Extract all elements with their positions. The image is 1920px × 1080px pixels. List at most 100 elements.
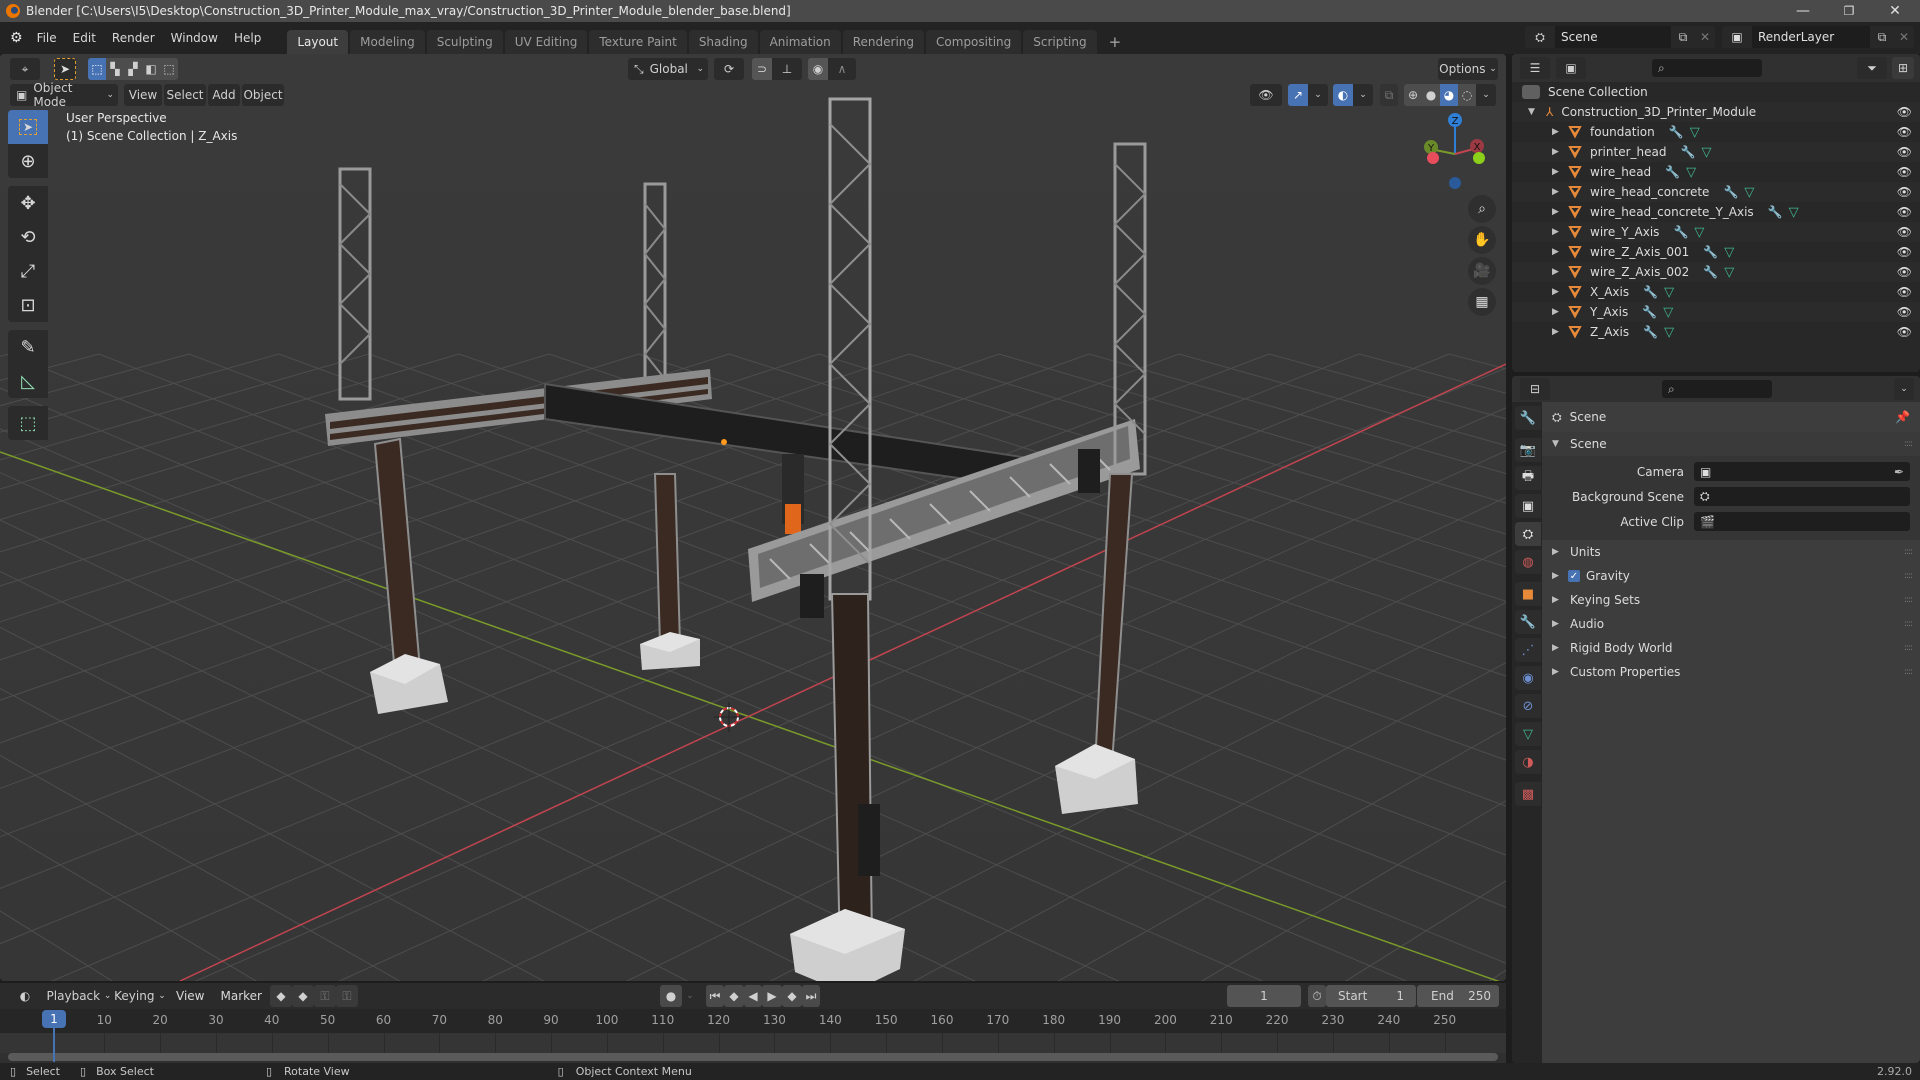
panel-header[interactable]: ▶ ✓ Gravity::::	[1542, 564, 1920, 588]
outliner-object-row[interactable]: ▶ printer_head 🔧 ▽ 👁	[1512, 142, 1920, 162]
expand-icon[interactable]: ▶	[1552, 147, 1564, 157]
eyedropper-icon[interactable]: ✒	[1894, 465, 1904, 479]
cursor-tool[interactable]: ⊕	[8, 144, 48, 178]
rotate-tool[interactable]: ⟲	[8, 220, 48, 254]
mesh-data-icon[interactable]: ▽	[1701, 145, 1711, 160]
tab-uv-editing[interactable]: UV Editing	[504, 30, 588, 54]
next-keyframe-icon[interactable]: ◆	[291, 985, 314, 1007]
tab-output[interactable]: 🖶	[1515, 466, 1541, 490]
scene-collection-row[interactable]: Scene Collection	[1512, 82, 1920, 102]
tab-object[interactable]: ■	[1515, 582, 1541, 606]
delete-keyframe-icon[interactable]: ⚿	[335, 985, 358, 1007]
scene-selector[interactable]: ⛭ Scene ⧉ ✕	[1525, 26, 1715, 48]
tab-compositing[interactable]: Compositing	[926, 30, 1022, 54]
timeline-menu-marker[interactable]: Marker	[212, 984, 269, 1008]
panel-header[interactable]: ▶ Units::::	[1542, 540, 1920, 564]
filter-icon[interactable]: ⏷	[1857, 57, 1887, 79]
view-layer-name[interactable]: RenderLayer	[1752, 26, 1870, 48]
visibility-eye-icon[interactable]: 👁	[1897, 265, 1912, 279]
move-tool[interactable]: ✥	[8, 186, 48, 220]
select-mode-subtract-icon[interactable]: ▞	[124, 58, 142, 80]
shading-solid-icon[interactable]: ●	[1422, 84, 1440, 106]
panel-header[interactable]: ▶ Audio::::	[1542, 612, 1920, 636]
modifier-wrench-icon[interactable]: 🔧	[1642, 305, 1657, 319]
timeline-editor-type-icon[interactable]: ◐	[10, 985, 40, 1007]
tab-world[interactable]: ◍	[1515, 550, 1541, 574]
3d-viewport[interactable]: Z Y X ⌖ ➤ ⬚ ▚ ▞ ◧ ⬚ ⤡ Global ⌄ ⟳ ⊃ ⊥ ◉ ∧…	[0, 54, 1506, 981]
overlays-dropdown[interactable]: ⌄	[1353, 84, 1373, 106]
active-clip-field[interactable]: 🎬	[1694, 512, 1910, 531]
playback-dropdown[interactable]: Playback ⌄	[47, 985, 111, 1007]
timeline-scrollbar[interactable]	[8, 1053, 1498, 1061]
mesh-data-icon[interactable]: ▽	[1663, 305, 1673, 320]
collection-row[interactable]: ▼ ⅄ Construction_3D_Printer_Module 👁	[1512, 102, 1920, 122]
minimize-button[interactable]: —	[1780, 0, 1826, 22]
tab-data[interactable]: ▽	[1515, 722, 1541, 746]
keying-dropdown[interactable]: Keying ⌄	[112, 985, 168, 1007]
mesh-data-icon[interactable]: ▽	[1686, 165, 1696, 180]
menu-help[interactable]: Help	[226, 26, 269, 50]
expand-icon[interactable]: ▶	[1552, 207, 1564, 217]
zoom-view-icon[interactable]: ⌕	[1468, 195, 1496, 223]
modifier-wrench-icon[interactable]: 🔧	[1673, 225, 1688, 239]
drag-grip-icon[interactable]: ::::	[1904, 571, 1913, 581]
outliner-object-row[interactable]: ▶ wire_head 🔧 ▽ 👁	[1512, 162, 1920, 182]
scale-tool[interactable]: ⤢	[8, 254, 48, 288]
modifier-wrench-icon[interactable]: 🔧	[1723, 185, 1738, 199]
camera-view-icon[interactable]: 🎥	[1468, 257, 1496, 285]
jump-next-keyframe-icon[interactable]: ◆	[782, 985, 802, 1007]
panel-header[interactable]: ▶ Keying Sets::::	[1542, 588, 1920, 612]
annotate-tool[interactable]: ✎	[8, 330, 48, 364]
outliner-object-row[interactable]: ▶ wire_Z_Axis_002 🔧 ▽ 👁	[1512, 262, 1920, 282]
mesh-data-icon[interactable]: ▽	[1789, 205, 1799, 220]
properties-search-input[interactable]: ⌕	[1662, 380, 1772, 398]
menu-add[interactable]: Add	[208, 84, 240, 106]
measure-tool[interactable]: ◺	[8, 364, 48, 398]
tab-sculpting[interactable]: Sculpting	[426, 30, 503, 54]
expand-icon[interactable]: ▶	[1552, 167, 1564, 177]
shading-dropdown[interactable]: ⌄	[1476, 84, 1496, 106]
end-frame-field[interactable]: End 250	[1417, 985, 1499, 1007]
visibility-eye-icon[interactable]: 👁	[1897, 325, 1912, 339]
add-cube-tool[interactable]: ⬚	[8, 406, 48, 440]
select-tool-icon[interactable]: ➤	[54, 58, 76, 80]
blender-menu-icon[interactable]: ⚙	[10, 30, 23, 46]
mesh-data-icon[interactable]: ▽	[1664, 325, 1674, 340]
outliner-object-row[interactable]: ▶ wire_head_concrete_Y_Axis 🔧 ▽ 👁	[1512, 202, 1920, 222]
expand-icon[interactable]: ▶	[1552, 267, 1564, 277]
visibility-eye-icon[interactable]: 👁	[1897, 185, 1912, 199]
mode-dropdown[interactable]: ▣ Object Mode ⌄	[10, 81, 118, 109]
display-mode-icon[interactable]: ▣	[1556, 57, 1586, 79]
mesh-data-icon[interactable]: ▽	[1744, 185, 1754, 200]
options-button[interactable]: Options ⌄	[1438, 58, 1498, 80]
pivot-point-dropdown[interactable]: ⟳	[714, 58, 744, 80]
maximize-button[interactable]: ❐	[1826, 0, 1872, 22]
visibility-dropdown[interactable]: 👁	[1250, 84, 1282, 106]
outliner-object-row[interactable]: ▶ wire_Y_Axis 🔧 ▽ 👁	[1512, 222, 1920, 242]
tab-rendering[interactable]: Rendering	[842, 30, 925, 54]
xray-toggle-icon[interactable]: ⧉	[1380, 84, 1398, 106]
background-scene-field[interactable]: ⛭	[1694, 487, 1910, 506]
snap-target-dropdown[interactable]: ⊥	[772, 58, 802, 80]
mesh-data-icon[interactable]: ▽	[1724, 265, 1734, 280]
tab-tool[interactable]: 🔧	[1515, 406, 1541, 430]
outliner-search-input[interactable]: ⌕	[1652, 59, 1762, 77]
jump-start-icon[interactable]: ⏮	[706, 985, 724, 1007]
mesh-data-icon[interactable]: ▽	[1694, 225, 1704, 240]
tab-texture[interactable]: ▩	[1515, 782, 1541, 806]
modifier-wrench-icon[interactable]: 🔧	[1703, 245, 1718, 259]
outliner-object-row[interactable]: ▶ foundation 🔧 ▽ 👁	[1512, 122, 1920, 142]
gizmo-neg-x-icon[interactable]	[1427, 152, 1439, 164]
menu-window[interactable]: Window	[163, 26, 226, 50]
new-scene-icon[interactable]: ⧉	[1671, 30, 1695, 45]
tab-texture-paint[interactable]: Texture Paint	[589, 30, 687, 54]
start-frame-field[interactable]: Start 1	[1326, 985, 1416, 1007]
falloff-dropdown[interactable]: ∧	[828, 58, 856, 80]
tab-scripting[interactable]: Scripting	[1023, 30, 1097, 54]
current-frame-field[interactable]: 1	[1227, 985, 1301, 1007]
properties-editor-type-icon[interactable]: ⊟	[1520, 378, 1550, 400]
play-icon[interactable]: ▶	[762, 985, 782, 1007]
auto-keying-toggle-icon[interactable]: ●	[660, 985, 682, 1007]
menu-edit[interactable]: Edit	[65, 26, 104, 50]
panel-scene-header[interactable]: ▼ Scene ::::	[1542, 432, 1920, 456]
